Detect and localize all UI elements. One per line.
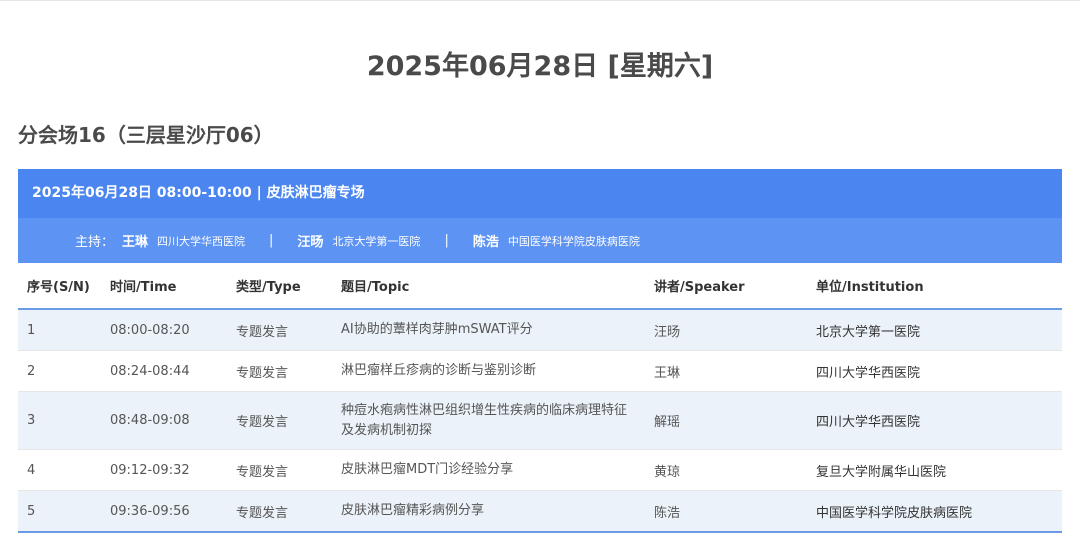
column-header-time: 时间/Time xyxy=(101,263,227,310)
column-header-topic: 题目/Topic xyxy=(332,263,645,310)
host-name: 王琳 xyxy=(122,235,149,250)
cell-time: 09:36-09:56 xyxy=(101,490,227,533)
cell-sn: 2 xyxy=(18,350,101,392)
column-header-institution: 单位/Institution xyxy=(807,263,1062,310)
table-header-row: 序号(S/N) 时间/Time 类型/Type 题目/Topic 讲者/Spea… xyxy=(18,263,1062,310)
table-row: 5 09:36-09:56 专题发言 皮肤淋巴瘤精彩病例分享 陈浩 中国医学科学… xyxy=(18,490,1062,533)
cell-topic: 皮肤淋巴瘤MDT门诊经验分享 xyxy=(332,449,645,491)
session-block: 2025年06月28日 08:00-10:00 | 皮肤淋巴瘤专场 主持： 王琳… xyxy=(18,169,1062,533)
cell-type: 专题发言 xyxy=(227,350,332,392)
cell-institution: 四川大学华西医院 xyxy=(807,391,1062,450)
venue-title: 分会场16（三层星沙厅06） xyxy=(18,123,274,147)
cell-topic: 淋巴瘤样丘疹病的诊断与鉴别诊断 xyxy=(332,350,645,392)
host-institution: 四川大学华西医院 xyxy=(157,234,246,248)
cell-speaker: 陈浩 xyxy=(645,490,807,533)
cell-sn: 3 xyxy=(18,391,101,450)
cell-institution: 复旦大学附属华山医院 xyxy=(807,449,1062,491)
session-header: 2025年06月28日 08:00-10:00 | 皮肤淋巴瘤专场 xyxy=(18,169,1062,218)
cell-sn: 5 xyxy=(18,490,101,533)
cell-topic: 皮肤淋巴瘤精彩病例分享 xyxy=(332,490,645,533)
cell-type: 专题发言 xyxy=(227,309,332,351)
cell-sn: 1 xyxy=(18,309,101,351)
cell-institution: 四川大学华西医院 xyxy=(807,350,1062,392)
cell-sn: 4 xyxy=(18,449,101,491)
cell-speaker: 解瑶 xyxy=(645,391,807,450)
hosts-label: 主持： xyxy=(75,235,115,250)
schedule-table: 序号(S/N) 时间/Time 类型/Type 题目/Topic 讲者/Spea… xyxy=(18,263,1062,533)
top-divider xyxy=(0,0,1080,1)
cell-time: 08:48-09:08 xyxy=(101,391,227,450)
hosts-bar: 主持： 王琳 四川大学华西医院 | 汪旸 北京大学第一医院 | 陈浩 中国医学科… xyxy=(18,218,1062,263)
cell-time: 08:24-08:44 xyxy=(101,350,227,392)
column-header-sn: 序号(S/N) xyxy=(18,263,101,310)
cell-time: 08:00-08:20 xyxy=(101,309,227,351)
cell-speaker: 王琳 xyxy=(645,350,807,392)
table-row: 2 08:24-08:44 专题发言 淋巴瘤样丘疹病的诊断与鉴别诊断 王琳 四川… xyxy=(18,350,1062,392)
table-row: 3 08:48-09:08 专题发言 种痘水疱病性淋巴组织增生性疾病的临床病理特… xyxy=(18,391,1062,450)
cell-topic: 种痘水疱病性淋巴组织增生性疾病的临床病理特征及发病机制初探 xyxy=(332,391,645,450)
column-header-speaker: 讲者/Speaker xyxy=(645,263,807,310)
cell-type: 专题发言 xyxy=(227,490,332,533)
host-institution: 中国医学科学院皮肤病医院 xyxy=(507,234,640,248)
cell-time: 09:12-09:32 xyxy=(101,449,227,491)
cell-speaker: 黄琼 xyxy=(645,449,807,491)
host-separator: | xyxy=(444,233,449,248)
table-row: 1 08:00-08:20 专题发言 AI协助的蕈样肉芽肿mSWAT评分 汪旸 … xyxy=(18,309,1062,351)
date-title: 2025年06月28日 [星期六] xyxy=(366,51,714,82)
host-name: 陈浩 xyxy=(472,235,499,250)
host-separator: | xyxy=(269,233,274,248)
cell-type: 专题发言 xyxy=(227,449,332,491)
cell-institution: 北京大学第一医院 xyxy=(807,309,1062,351)
cell-topic: AI协助的蕈样肉芽肿mSWAT评分 xyxy=(332,309,645,351)
cell-type: 专题发言 xyxy=(227,391,332,450)
cell-institution: 中国医学科学院皮肤病医院 xyxy=(807,490,1062,533)
host-name: 汪旸 xyxy=(297,235,324,250)
cell-speaker: 汪旸 xyxy=(645,309,807,351)
column-header-type: 类型/Type xyxy=(227,263,332,310)
table-row: 4 09:12-09:32 专题发言 皮肤淋巴瘤MDT门诊经验分享 黄琼 复旦大… xyxy=(18,449,1062,491)
host-institution: 北京大学第一医院 xyxy=(332,234,421,248)
